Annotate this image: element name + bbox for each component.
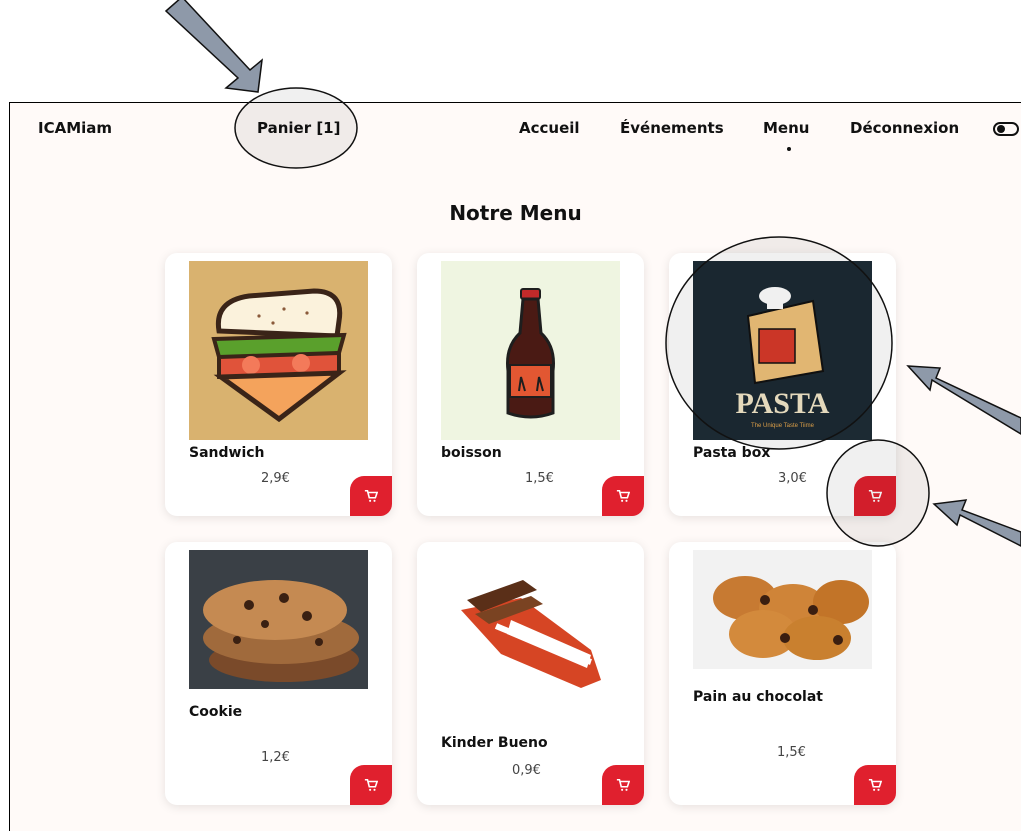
product-name: Pain au chocolat: [693, 689, 823, 705]
product-price: 1,5€: [777, 745, 806, 760]
soda-bottle-image: [441, 261, 620, 440]
add-to-cart-button[interactable]: [854, 765, 896, 805]
page-title: Notre Menu: [449, 201, 582, 225]
cart-icon: [364, 778, 378, 791]
product-name: boisson: [441, 445, 502, 461]
product-card-pain-au-chocolat: Pain au chocolat 1,5€: [669, 542, 896, 805]
cart-icon: [364, 489, 378, 502]
nav-menu[interactable]: Menu: [763, 119, 809, 137]
nav-home[interactable]: Accueil: [519, 119, 580, 137]
sandwich-image: [189, 261, 368, 440]
add-to-cart-button[interactable]: [854, 476, 896, 516]
navbar: ICAMiam Panier [1] Accueil Événements Me…: [10, 103, 1021, 161]
product-price: 0,9€: [512, 763, 541, 778]
cart-link[interactable]: Panier [1]: [257, 119, 340, 137]
pasta-box-image: PASTA The Unique Taste Tiime: [693, 261, 872, 440]
active-indicator: [787, 147, 791, 151]
product-name: Pasta box: [693, 445, 771, 461]
product-price: 1,2€: [261, 750, 290, 765]
theme-toggle[interactable]: [993, 122, 1019, 136]
add-to-cart-button[interactable]: [350, 476, 392, 516]
product-price: 2,9€: [261, 471, 290, 486]
cart-icon: [616, 489, 630, 502]
product-card-boisson: boisson 1,5€: [417, 253, 644, 516]
cart-icon: [868, 778, 882, 791]
add-to-cart-button[interactable]: [602, 765, 644, 805]
annotation-arrow-icon: [164, 0, 263, 93]
product-name: Sandwich: [189, 445, 265, 461]
product-card-cookie: Cookie 1,2€: [165, 542, 392, 805]
pasta-box-tagline: The Unique Taste Tiime: [751, 423, 815, 429]
pain-au-chocolat-image: [693, 550, 872, 669]
product-card-kinder-bueno: Kinder Bueno 0,9€: [417, 542, 644, 805]
product-price: 3,0€: [778, 471, 807, 486]
browser-viewport: ICAMiam Panier [1] Accueil Événements Me…: [9, 102, 1021, 831]
product-name: Cookie: [189, 704, 243, 720]
cookie-image: [189, 550, 368, 689]
kinder-bueno-image: [441, 550, 620, 710]
cart-icon: [616, 778, 630, 791]
cart-icon: [868, 489, 882, 502]
product-price: 1,5€: [525, 471, 554, 486]
brand-logo[interactable]: ICAMiam: [38, 119, 112, 137]
nav-logout[interactable]: Déconnexion: [850, 119, 959, 137]
nav-events[interactable]: Événements: [620, 119, 724, 137]
add-to-cart-button[interactable]: [350, 765, 392, 805]
product-card-pasta-box: PASTA The Unique Taste Tiime Pasta box 3…: [669, 253, 896, 516]
product-name: Kinder Bueno: [441, 735, 548, 751]
product-card-sandwich: Sandwich 2,9€: [165, 253, 392, 516]
toggle-knob: [997, 125, 1005, 133]
pasta-box-headline: PASTA: [736, 387, 830, 420]
add-to-cart-button[interactable]: [602, 476, 644, 516]
